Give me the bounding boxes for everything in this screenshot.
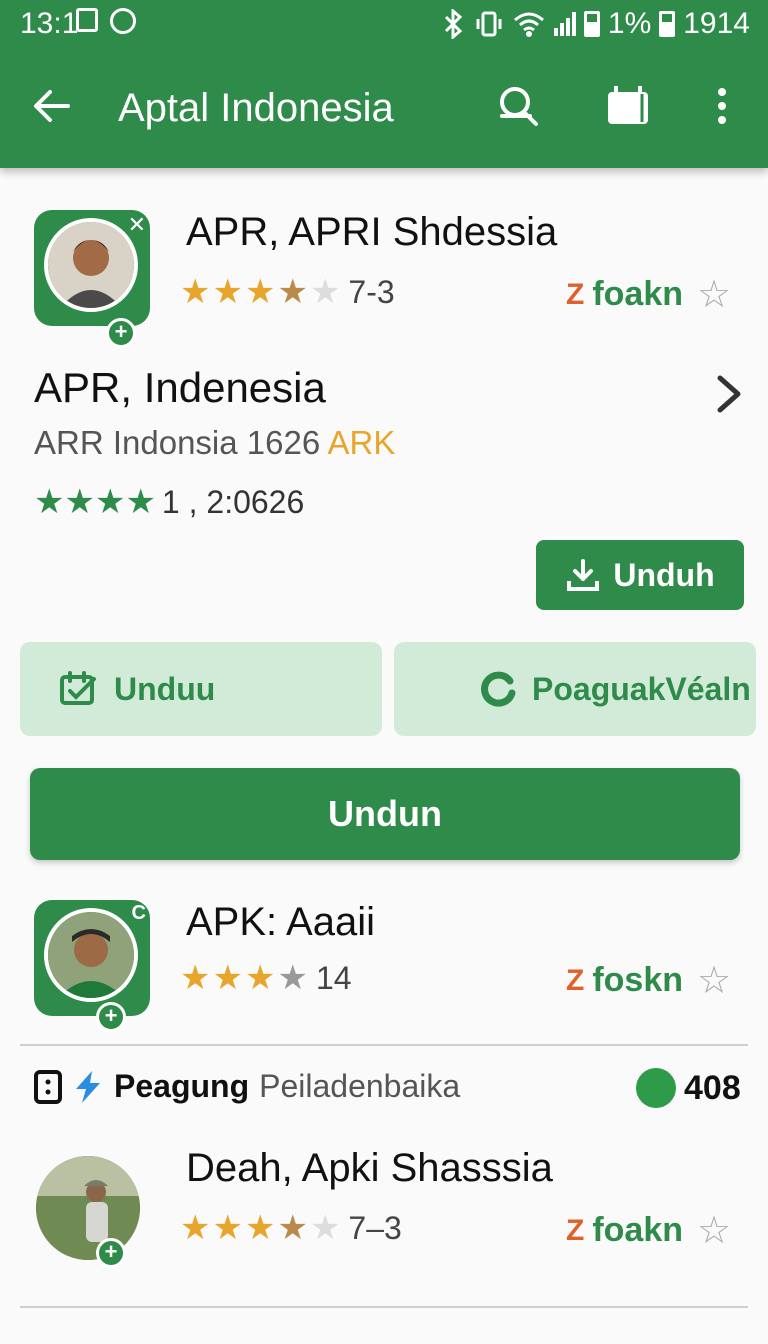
tag-icon: Z: [566, 963, 585, 997]
bookmark-icon[interactable]: [604, 82, 652, 130]
status-notification-icons: [76, 8, 136, 34]
refresh-icon: [481, 671, 516, 707]
section-label-light: Peiladenbaika: [259, 1068, 461, 1104]
app-listing-2[interactable]: C + APK: Aaaii ★ ★ ★ ★ 14 Z foskn ☆: [0, 880, 768, 1032]
app-bar: Aptal Indonesia: [0, 60, 768, 160]
detail-rating-text: 1 , 2:0626: [161, 483, 305, 520]
section-header: Peagung Peiladenbaika: [34, 1068, 460, 1105]
primary-button-label: Undun: [328, 793, 442, 834]
tag-label: foskn: [592, 961, 684, 999]
section-label-strong: Peagung: [114, 1068, 250, 1104]
device-icon: [34, 1069, 62, 1104]
vibrate-icon: [476, 11, 502, 37]
more-options-icon[interactable]: [698, 82, 746, 130]
rating-text: 7–3: [348, 1209, 402, 1246]
top-app-bar: 13:1 1% 1914 Aptal Indonesia: [0, 0, 768, 168]
wifi-icon: [513, 12, 544, 37]
tag-label: foakn: [592, 275, 684, 313]
bluetooth-icon: [444, 9, 463, 39]
rating-text: 7-3: [348, 273, 395, 310]
chevron-right-icon[interactable]: [712, 372, 748, 416]
package-icon: [60, 671, 96, 705]
star-rating: ★ ★ ★ ★ ★ 7-3: [180, 273, 395, 311]
listing-title: APK: Aaaii: [186, 900, 376, 944]
refresh-badge-icon: C: [131, 902, 146, 924]
action-button-2[interactable]: PoaguakVéaln: [394, 642, 756, 736]
battery-percent: 1%: [607, 7, 652, 40]
detail-title: APR, Indenesia: [34, 364, 326, 411]
lightning-icon: [76, 1070, 100, 1103]
battery-icon: [659, 11, 676, 37]
download-icon: [567, 559, 600, 591]
status-time: 13:1: [20, 7, 79, 40]
action-button-1-label: Unduu: [114, 670, 216, 707]
search-icon[interactable]: [494, 82, 542, 130]
action-button-2-label: PoaguakVéaln: [532, 670, 751, 707]
app-listing-1[interactable]: ✕ + APR, APRI Shdessia ★ ★ ★ ★ ★ 7-3 Z foakn…: [0, 190, 768, 348]
avatar-photo: [44, 218, 138, 312]
detail-subtitle: ARR Indonsia 1626 ARK: [34, 424, 395, 462]
favorite-star-icon[interactable]: ☆: [697, 272, 731, 317]
close-icon[interactable]: ✕: [128, 212, 146, 238]
action-button-1[interactable]: Unduu: [20, 642, 382, 736]
app-icon-3: [36, 1156, 140, 1260]
back-arrow-icon[interactable]: [28, 82, 76, 130]
favorite-star-icon[interactable]: ☆: [697, 958, 731, 1003]
detail-rating: ★★★★ 1 , 2:0626: [34, 483, 305, 521]
notification-icon: [76, 8, 98, 32]
section-count-value: 408: [684, 1068, 741, 1107]
favorite-star-icon[interactable]: ☆: [697, 1208, 731, 1253]
status-number: 1914: [683, 7, 750, 40]
avatar-photo: [44, 908, 138, 1002]
add-icon[interactable]: +: [96, 1238, 126, 1268]
divider: [20, 1044, 748, 1046]
add-icon[interactable]: +: [106, 318, 136, 348]
rating-text: 14: [315, 959, 352, 996]
download-button-label: Unduh: [613, 556, 715, 593]
tag-icon: Z: [566, 277, 585, 311]
add-icon[interactable]: +: [96, 1002, 126, 1032]
primary-button[interactable]: Undun: [30, 768, 740, 860]
app-bar-title: Aptal Indonesia: [118, 86, 394, 130]
app-icon-2: C +: [34, 900, 150, 1032]
subtitle-accent: ARK: [327, 424, 396, 461]
download-button[interactable]: Unduh: [536, 540, 744, 610]
battery-saver-icon: [583, 11, 600, 37]
sync-icon: [110, 8, 136, 34]
chat-icon: [636, 1068, 676, 1108]
subtitle-text: ARR Indonsia 1626: [34, 424, 328, 461]
listing-tag[interactable]: Z foakn ☆: [566, 1208, 731, 1253]
app-icon-1: ✕ +: [34, 210, 150, 348]
avatar-photo: [36, 1156, 140, 1260]
section-count: 408: [636, 1068, 741, 1108]
star-rating: ★ ★ ★ ★ ★ 7–3: [180, 1209, 402, 1247]
star-rating: ★ ★ ★ ★ 14: [180, 959, 352, 997]
listing-tag[interactable]: Z foakn ☆: [566, 272, 731, 317]
signal-icon: [553, 12, 576, 36]
divider: [20, 1306, 748, 1308]
listing-title: Deah, Apki Shasssia: [186, 1146, 553, 1190]
tag-label: foakn: [592, 1211, 684, 1249]
listing-tag[interactable]: Z foskn ☆: [566, 958, 731, 1003]
listing-title: APR, APRI Shdessia: [186, 210, 558, 254]
tag-icon: Z: [566, 1213, 585, 1247]
status-bar: 13:1 1% 1914: [0, 0, 768, 48]
status-right: 1% 1914: [440, 7, 750, 41]
